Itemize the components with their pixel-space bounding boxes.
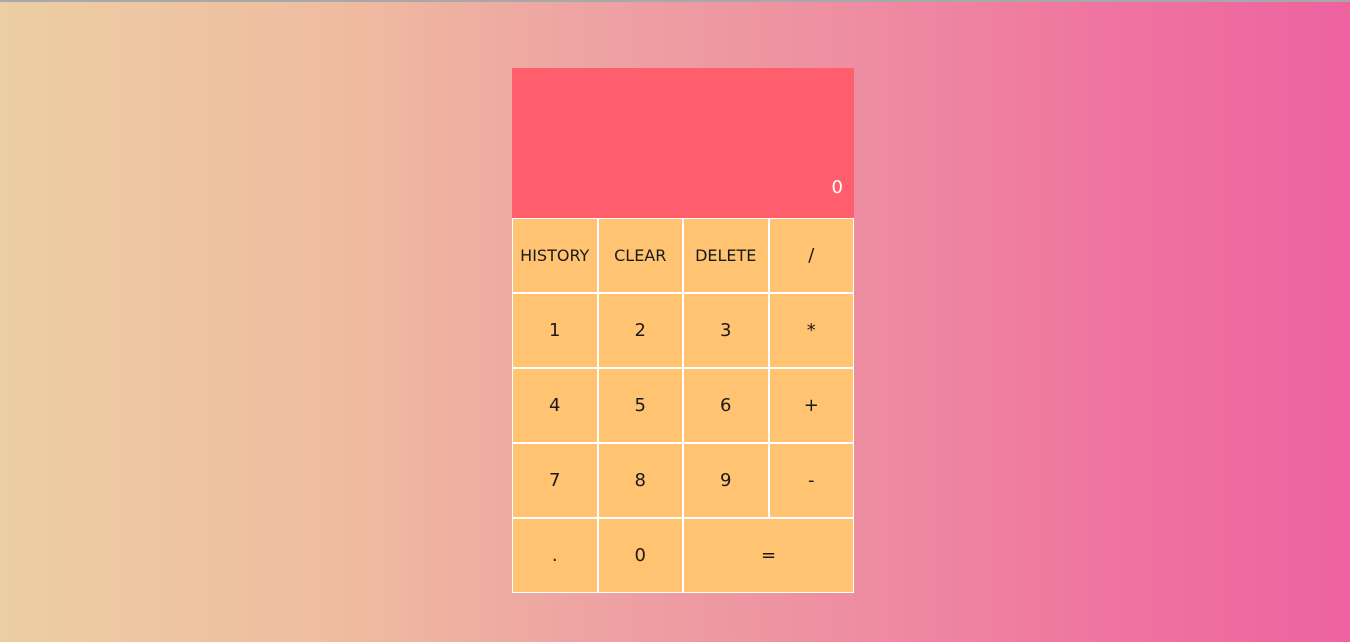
divide-button[interactable]: /: [768, 218, 854, 293]
plus-button[interactable]: +: [768, 368, 854, 443]
digit-7-button[interactable]: 7: [512, 443, 598, 518]
digit-9-button[interactable]: 9: [683, 443, 769, 518]
digit-2-button[interactable]: 2: [597, 293, 683, 368]
minus-button[interactable]: -: [768, 443, 854, 518]
calculator: 0 HISTORY CLEAR DELETE / 1 2 3 * 4 5 6 +…: [512, 68, 854, 593]
equals-button[interactable]: =: [683, 518, 854, 593]
digit-0-button[interactable]: 0: [597, 518, 683, 593]
decimal-button[interactable]: .: [512, 518, 598, 593]
digit-5-button[interactable]: 5: [597, 368, 683, 443]
history-button[interactable]: HISTORY: [512, 218, 598, 293]
multiply-button[interactable]: *: [768, 293, 854, 368]
clear-button[interactable]: CLEAR: [597, 218, 683, 293]
digit-4-button[interactable]: 4: [512, 368, 598, 443]
calculator-display: 0: [512, 68, 854, 218]
display-value: 0: [831, 177, 843, 198]
delete-button[interactable]: DELETE: [683, 218, 769, 293]
digit-3-button[interactable]: 3: [683, 293, 769, 368]
digit-8-button[interactable]: 8: [597, 443, 683, 518]
digit-6-button[interactable]: 6: [683, 368, 769, 443]
keypad: HISTORY CLEAR DELETE / 1 2 3 * 4 5 6 + 7…: [512, 218, 854, 593]
window-top-border: [0, 0, 1350, 2]
digit-1-button[interactable]: 1: [512, 293, 598, 368]
